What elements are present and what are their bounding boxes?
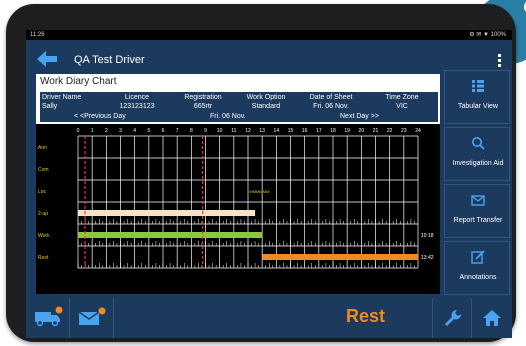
hour-tick-label: 3	[119, 128, 122, 134]
time-zone-value: VIC	[396, 103, 408, 110]
hour-tick-label: 16	[302, 128, 308, 134]
investigation-aid-button[interactable]: Investigation Aid	[444, 127, 510, 181]
work-option-label: Work Option	[246, 94, 286, 101]
hour-tick-label: 9	[204, 128, 207, 134]
row-label: Work	[38, 233, 50, 239]
status-time: 11:26	[30, 32, 45, 38]
hour-tick-label: 5	[147, 128, 150, 134]
row-total-label: 13:42	[421, 255, 434, 261]
status-indicators: ⚙ ✉ ▼ 100%	[469, 32, 506, 38]
hour-tick-label: 12	[245, 128, 251, 134]
annotations-button[interactable]: Annotations	[444, 241, 510, 295]
previous-day-link[interactable]: < <Previous Day	[74, 112, 126, 122]
hour-tick-label: 2	[105, 128, 108, 134]
day-navigation: < <Previous Day Fri. 06 Nov. Next Day >>	[40, 112, 438, 122]
activity-bar	[262, 254, 418, 260]
list-icon	[472, 80, 484, 92]
location-label: MMMMMM	[249, 189, 269, 194]
registration-col: Registration 665rtr	[172, 93, 234, 111]
hour-tick-label: 4	[133, 128, 136, 134]
next-day-link[interactable]: Next Day >>	[340, 112, 379, 122]
hour-tick-label: 15	[288, 128, 294, 134]
tablet-frame: 11:26 ⚙ ✉ ▼ 100% QA Test Driver Work Dia…	[6, 4, 516, 342]
date-of-sheet-label: Date of Sheet	[309, 94, 353, 101]
time-zone-col: Time Zone VIC	[370, 93, 434, 111]
licence-value: 123123123	[119, 103, 155, 110]
report-transfer-label: Report Transfer	[453, 217, 503, 224]
hour-tick-label: 11	[231, 128, 236, 134]
truck-button[interactable]	[26, 298, 70, 338]
driver-name-value: Sally	[42, 103, 58, 110]
hour-tick-label: 17	[316, 128, 322, 134]
tablet-screen: 11:26 ⚙ ✉ ▼ 100% QA Test Driver Work Dia…	[26, 30, 512, 338]
registration-value: 665rtr	[193, 103, 213, 110]
row-label: Ann	[38, 145, 47, 151]
page-title: QA Test Driver	[74, 54, 145, 66]
work-diary-panel: Work Diary Chart Driver Name Sally Licen…	[36, 74, 440, 294]
row-total-label: 10:18	[421, 233, 434, 239]
row-label: Com	[38, 167, 49, 173]
hour-tick-label: 10	[217, 128, 223, 134]
wrench-icon	[445, 309, 462, 326]
driver-name-col: Driver Name Sally	[42, 93, 102, 111]
date-of-sheet-col: Date of Sheet Fri. 06 Nov.	[298, 93, 364, 111]
hour-tick-label: 20	[359, 128, 365, 134]
truck-icon	[35, 306, 63, 327]
hour-tick-label: 1	[91, 128, 94, 134]
hour-tick-label: 8	[190, 128, 193, 134]
home-icon	[483, 310, 501, 326]
hour-tick-label: 19	[344, 128, 350, 134]
hour-tick-label: 18	[330, 128, 336, 134]
current-date-label: Fri. 06 Nov.	[210, 113, 246, 120]
activity-bar	[78, 232, 263, 238]
arrow-left-icon[interactable]	[36, 50, 58, 68]
row-label: Loc	[38, 189, 47, 195]
mail-icon	[78, 307, 106, 325]
hour-tick-label: 14	[274, 128, 280, 134]
rest-status-label: Rest	[346, 306, 386, 326]
driver-name-label: Driver Name	[42, 94, 82, 101]
report-transfer-button[interactable]: Report Transfer	[444, 184, 510, 238]
hour-tick-label: 24	[415, 128, 421, 134]
wrench-button[interactable]	[432, 298, 472, 338]
investigation-aid-label: Investigation Aid	[452, 160, 504, 167]
licence-col: Licence 123123123	[104, 93, 170, 111]
hour-tick-label: 6	[162, 128, 165, 134]
work-option-value: Standard	[251, 103, 281, 110]
activity-bar	[78, 210, 256, 216]
row-label: 2-up	[38, 211, 48, 217]
hour-tick-label: 7	[176, 128, 179, 134]
hour-tick-label: 22	[387, 128, 393, 134]
status-bar: 11:26 ⚙ ✉ ▼ 100%	[26, 30, 512, 40]
annotations-label: Annotations	[459, 274, 497, 281]
registration-label: Registration	[184, 94, 222, 101]
hour-tick-label: 0	[77, 128, 80, 134]
scene: 11:26 ⚙ ✉ ▼ 100% QA Test Driver Work Dia…	[0, 0, 526, 346]
app-header: QA Test Driver	[26, 40, 512, 76]
date-of-sheet-value: Fri. 06 Nov.	[313, 103, 349, 110]
hour-tick-label: 23	[401, 128, 407, 134]
home-button[interactable]	[472, 298, 512, 338]
kebab-icon[interactable]	[497, 54, 502, 68]
mail-button[interactable]	[70, 298, 114, 338]
tabular-view-button[interactable]: Tabular View	[444, 70, 510, 124]
row-label: Rest	[38, 255, 49, 261]
bottom-bar: Rest	[26, 298, 512, 338]
licence-label: Licence	[124, 94, 150, 101]
work-diary-heading: Work Diary Chart	[40, 76, 117, 87]
edit-icon	[471, 250, 485, 264]
hour-tick-label: 21	[373, 128, 379, 134]
work-diary-chart: 0 1 2 3 4 5 6 7 8 9 10 11 12 13 14 15 16 17 18 19 20 21 22 23 24…	[36, 124, 440, 294]
hour-tick-label: 13	[259, 128, 265, 134]
search-icon	[472, 137, 485, 150]
sidebar: Tabular View Investigation Aid Report Tr…	[444, 70, 510, 296]
work-option-col: Work Option Standard	[236, 93, 296, 111]
envelope-icon	[471, 195, 485, 206]
work-diary-chart-svg: 0 1 2 3 4 5 6 7 8 9 10 11 12 13 14 15 16 17 18 19 20 21 22 23 24…	[38, 128, 434, 269]
diary-info-bar: Driver Name Sally Licence 123123123 Regi…	[40, 92, 438, 112]
time-zone-label: Time Zone	[385, 94, 419, 101]
tabular-view-label: Tabular View	[458, 103, 498, 110]
